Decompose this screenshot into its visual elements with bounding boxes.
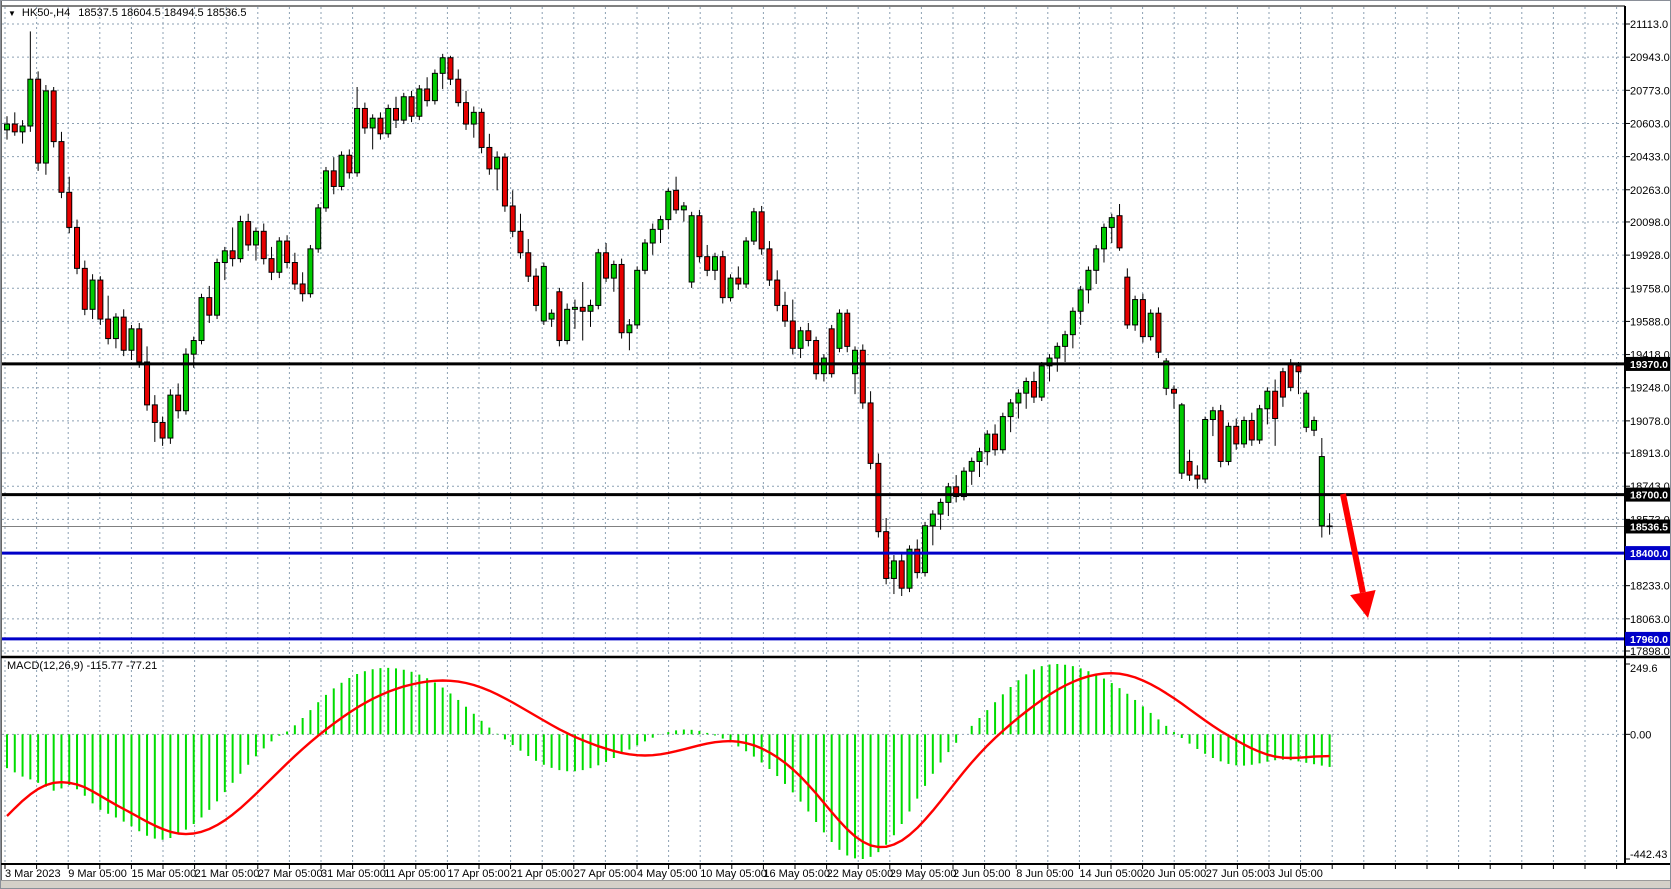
chart-plot-area[interactable] — [2, 6, 1625, 656]
chart-ohlc-readout: 18537.5 18604.5 18494.5 18536.5 — [78, 7, 246, 19]
mt4-chart-window: 21113.020943.020773.020603.020433.020263… — [0, 0, 1671, 889]
chart-symbol-period: HK50-,H4 — [22, 7, 70, 19]
macd-indicator-name: MACD(12,26,9) — [7, 660, 83, 672]
macd-plot-area[interactable] — [2, 659, 1625, 864]
chart-title: ▼ HK50-,H4 18537.5 18604.5 18494.5 18536.5 — [8, 7, 246, 19]
macd-indicator-values: -115.77 -77.21 — [86, 660, 157, 672]
chart-canvas: 21113.020943.020773.020603.020433.020263… — [1, 1, 1671, 882]
status-strip — [1, 880, 1670, 888]
macd-indicator-label: MACD(12,26,9) -115.77 -77.21 — [7, 660, 157, 672]
symbol-dropdown-icon[interactable]: ▼ — [8, 9, 16, 18]
price-scale-drag-area[interactable] — [1625, 1, 1671, 864]
